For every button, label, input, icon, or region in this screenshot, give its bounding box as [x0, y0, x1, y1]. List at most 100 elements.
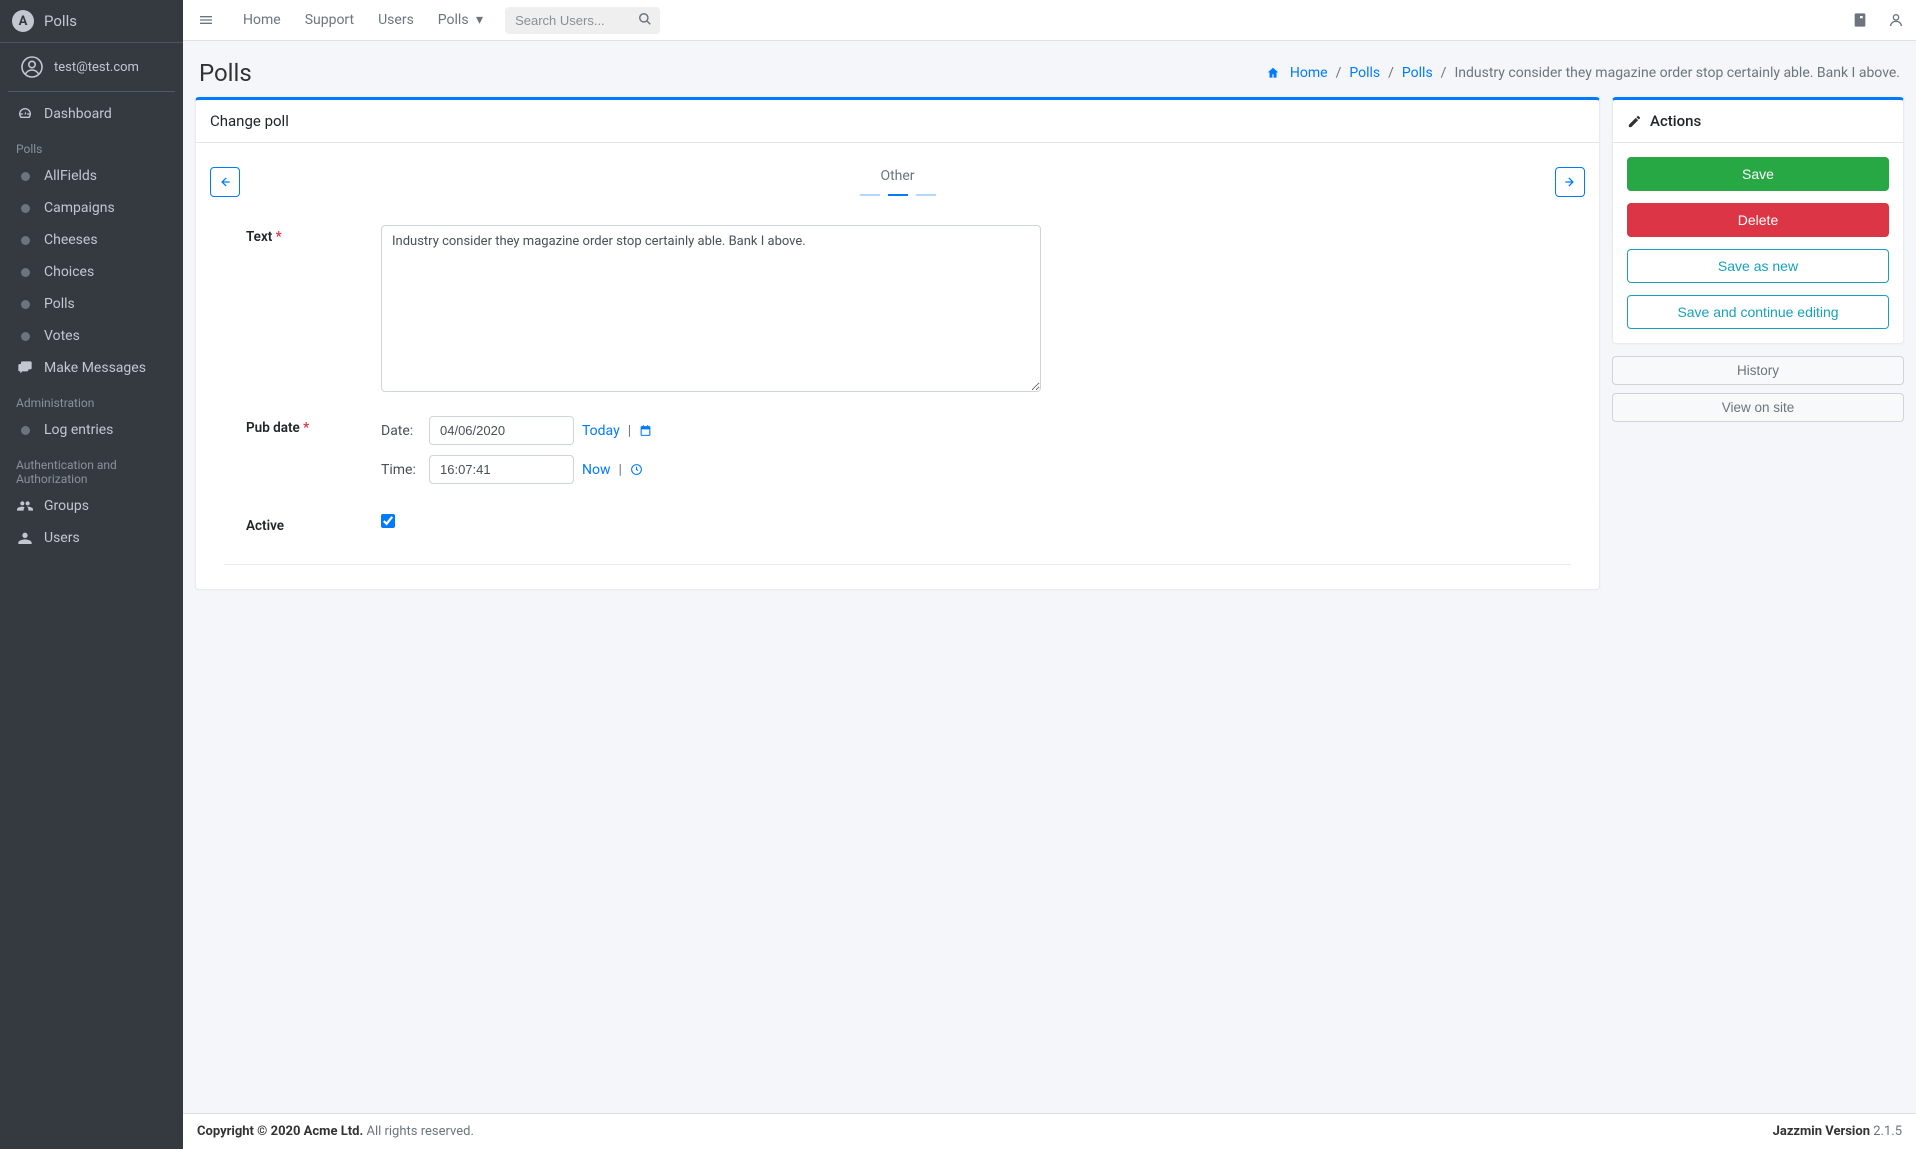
text-textarea[interactable]: Industry consider they magazine order st… [381, 225, 1041, 392]
calendar-icon[interactable] [639, 424, 652, 437]
circle-icon [16, 332, 34, 341]
footer: Copyright © 2020 Acme Ltd. All rights re… [183, 1113, 1916, 1149]
prev-tab-button[interactable] [210, 167, 240, 197]
circle-icon [16, 268, 34, 277]
page-title: Polls [199, 59, 252, 87]
tab-segment-active[interactable] [888, 194, 908, 197]
sidebar-item-make-messages[interactable]: Make Messages [8, 352, 175, 384]
date-input[interactable] [429, 416, 574, 445]
sidebar-item-allfields[interactable]: AllFields [8, 160, 175, 192]
sidebar-item-label: Groups [44, 498, 89, 514]
next-tab-button[interactable] [1555, 167, 1585, 197]
search-input[interactable] [505, 7, 660, 34]
search-icon[interactable] [638, 12, 652, 26]
sidebar-header-polls: Polls [8, 130, 175, 160]
brand[interactable]: A Polls [0, 0, 183, 43]
time-now-link[interactable]: Now [582, 462, 611, 478]
user-circle-icon [20, 55, 44, 79]
sidebar-item-label: Choices [44, 264, 94, 280]
tab-label: Other [860, 168, 936, 184]
view-on-site-button[interactable]: View on site [1612, 393, 1904, 422]
footer-version-label: Jazzmin Version [1773, 1124, 1870, 1139]
sidebar-item-groups[interactable]: Groups [8, 490, 175, 522]
topbar-link-users[interactable]: Users [366, 12, 426, 28]
label-date: Date: [381, 423, 421, 439]
sidebar-item-users[interactable]: Users [8, 522, 175, 554]
topbar-link-support[interactable]: Support [293, 12, 366, 28]
save-button[interactable]: Save [1627, 157, 1889, 191]
sidebar: A Polls test@test.com Dashboard Polls Al… [0, 0, 183, 1149]
user-menu-icon[interactable] [1888, 12, 1904, 28]
sidebar-item-choices[interactable]: Choices [8, 256, 175, 288]
actions-card: Actions Save Delete Save as new Save and… [1612, 97, 1904, 344]
sidebar-item-label: Log entries [44, 422, 113, 438]
gauge-icon [16, 106, 34, 122]
time-input[interactable] [429, 455, 574, 484]
active-checkbox[interactable] [381, 514, 395, 528]
sidebar-item-campaigns[interactable]: Campaigns [8, 192, 175, 224]
sidebar-item-label: Users [44, 530, 80, 546]
label-time: Time: [381, 462, 421, 478]
breadcrumb: Home / Polls / Polls / Industry consider… [1266, 65, 1900, 81]
brand-text: Polls [44, 12, 77, 30]
topbar-link-label: Polls [438, 12, 469, 28]
date-today-link[interactable]: Today [582, 423, 620, 439]
home-icon [1266, 66, 1280, 80]
circle-icon [16, 300, 34, 309]
sidebar-item-label: Polls [44, 296, 75, 312]
footer-copyright: Copyright © 2020 Acme Ltd. [197, 1124, 363, 1139]
topbar: Home Support Users Polls ▾ [183, 0, 1916, 41]
breadcrumb-polls-app[interactable]: Polls [1349, 65, 1380, 81]
topbar-link-home[interactable]: Home [231, 12, 293, 28]
sidebar-item-dashboard[interactable]: Dashboard [8, 98, 175, 130]
tab-indicator [860, 194, 936, 197]
comments-icon [16, 360, 34, 376]
save-continue-button[interactable]: Save and continue editing [1627, 295, 1889, 329]
actions-title: Actions [1650, 112, 1701, 130]
topbar-link-polls[interactable]: Polls ▾ [426, 12, 495, 28]
sidebar-item-label: Votes [44, 328, 80, 344]
footer-version-value: 2.1.5 [1870, 1124, 1902, 1139]
sidebar-item-label: Campaigns [44, 200, 115, 216]
save-as-new-button[interactable]: Save as new [1627, 249, 1889, 283]
breadcrumb-polls-model[interactable]: Polls [1402, 65, 1433, 81]
book-icon[interactable] [1852, 12, 1868, 28]
label-active: Active [246, 514, 381, 534]
label-text: Text * [246, 225, 381, 396]
label-pubdate: Pub date * [246, 416, 381, 494]
circle-icon [16, 426, 34, 435]
sidebar-item-votes[interactable]: Votes [8, 320, 175, 352]
users-icon [16, 498, 34, 514]
change-form-card: Change poll Other [195, 97, 1600, 590]
circle-icon [16, 172, 34, 181]
sidebar-item-label: Make Messages [44, 360, 146, 376]
card-title: Change poll [196, 100, 1599, 143]
brand-logo-icon: A [12, 10, 34, 32]
circle-icon [16, 236, 34, 245]
sidebar-header-auth: Authentication and Authorization [8, 446, 175, 490]
search-wrap [505, 7, 660, 34]
delete-button[interactable]: Delete [1627, 203, 1889, 237]
sidebar-header-admin: Administration [8, 384, 175, 414]
menu-toggle-icon[interactable] [195, 9, 217, 31]
user-icon [16, 530, 34, 546]
footer-rights: All rights reserved. [363, 1124, 474, 1139]
history-button[interactable]: History [1612, 356, 1904, 385]
breadcrumb-current: Industry consider they magazine order st… [1454, 65, 1900, 81]
divider [224, 564, 1571, 565]
sidebar-item-label: Dashboard [44, 106, 112, 122]
edit-icon [1627, 114, 1642, 129]
user-panel[interactable]: test@test.com [8, 43, 175, 92]
user-email: test@test.com [54, 60, 139, 75]
circle-icon [16, 204, 34, 213]
clock-icon[interactable] [630, 463, 643, 476]
breadcrumb-home[interactable]: Home [1290, 65, 1328, 81]
sidebar-item-polls[interactable]: Polls [8, 288, 175, 320]
sidebar-item-log-entries[interactable]: Log entries [8, 414, 175, 446]
tab-segment[interactable] [860, 194, 880, 197]
sidebar-item-label: Cheeses [44, 232, 98, 248]
caret-down-icon: ▾ [476, 12, 483, 28]
tab-segment[interactable] [916, 194, 936, 197]
sidebar-item-label: AllFields [44, 168, 97, 184]
sidebar-item-cheeses[interactable]: Cheeses [8, 224, 175, 256]
